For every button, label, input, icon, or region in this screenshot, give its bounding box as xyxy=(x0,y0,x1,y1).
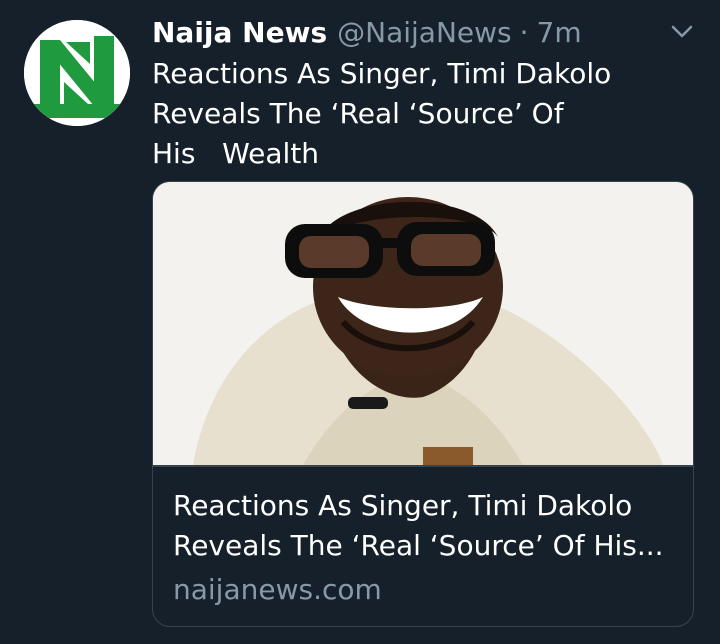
card-domain: naijanews.com xyxy=(173,573,382,606)
separator-dot: · xyxy=(519,15,529,49)
avatar[interactable] xyxy=(24,20,130,126)
tweet-header: Naija News @NaijaNews · 7m xyxy=(152,12,696,52)
card-divider xyxy=(153,465,693,467)
card-title-line-1: Reactions As Singer, Timi Dakolo xyxy=(173,489,633,522)
card-title-line-2: Reveals The ‘Real ‘Source’ Of His... xyxy=(173,529,664,562)
chevron-down-icon[interactable] xyxy=(668,18,696,46)
card-image[interactable] xyxy=(153,182,693,465)
timestamp[interactable]: 7m xyxy=(537,16,582,49)
naija-news-logo xyxy=(24,20,130,126)
display-name[interactable]: Naija News xyxy=(152,16,327,49)
card-title[interactable]: Reactions As Singer, Timi Dakolo Reveals… xyxy=(173,486,678,566)
tweet-text: Reactions As Singer, Timi Dakolo Reveals… xyxy=(152,57,612,170)
handle[interactable]: @NaijaNews xyxy=(337,16,511,49)
link-card[interactable]: Reactions As Singer, Timi Dakolo Reveals… xyxy=(152,181,694,627)
